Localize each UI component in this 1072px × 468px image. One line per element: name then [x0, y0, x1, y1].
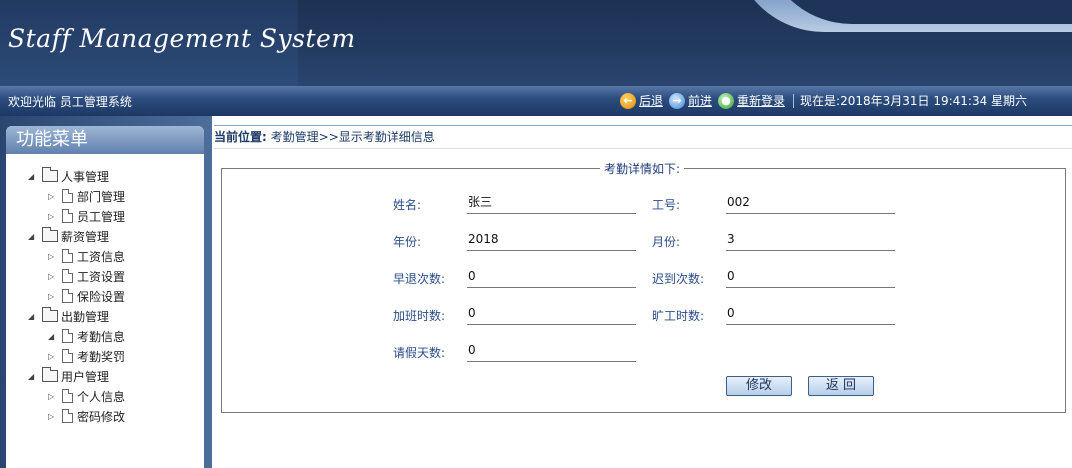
document-icon: [62, 249, 73, 263]
menu-item-personal-info[interactable]: ▷ 个人信息: [28, 386, 125, 406]
forward-arrow-icon: →: [669, 92, 686, 109]
menu-item-salary-info[interactable]: ▷ 工资信息: [28, 246, 125, 266]
staff-no-field: 002: [726, 193, 895, 214]
welcome-text: 欢迎光临 员工管理系统: [8, 95, 132, 109]
menu-group-hr[interactable]: ◢ 人事管理: [28, 166, 125, 186]
expand-triangle-icon: ◢: [48, 331, 55, 341]
menu-item-label: 考勤奖罚: [77, 349, 126, 364]
expand-triangle-icon[interactable]: ◢: [28, 372, 42, 381]
app-title: Staff Management System: [8, 24, 356, 53]
menu-group-label: 用户管理: [61, 369, 110, 384]
collapse-triangle-icon: ▷: [48, 191, 55, 201]
staff-no-label: 工号:: [652, 198, 681, 212]
menu-group-label: 出勤管理: [61, 309, 110, 324]
early-leave-label: 早退次数:: [393, 272, 446, 286]
folder-icon: [42, 307, 58, 322]
absent-label: 旷工时数:: [652, 309, 705, 323]
late-field: 0: [726, 267, 895, 288]
overtime-label: 加班时数:: [393, 309, 446, 323]
document-icon: [62, 289, 73, 303]
status-bar: 欢迎光临 员工管理系统 ← 后退 → 前进 ● 重新登录 现在是:2018年3月…: [0, 86, 1072, 116]
back-label: 后退: [639, 94, 664, 108]
menu-item-label: 个人信息: [77, 389, 126, 404]
back-button[interactable]: 返 回: [808, 376, 874, 396]
menu-item-label: 密码修改: [77, 409, 126, 424]
menu-item-department[interactable]: ▷ 部门管理: [28, 186, 125, 206]
menu-item-label: 考勤信息: [77, 329, 126, 344]
menu-item-label: 保险设置: [77, 289, 126, 304]
document-icon: [62, 409, 73, 423]
folder-icon: [42, 227, 58, 242]
current-datetime: 现在是:2018年3月31日 19:41:34 星期六: [800, 94, 1028, 108]
document-icon: [62, 209, 73, 223]
year-field: 2018: [467, 230, 636, 251]
menu-group-attendance[interactable]: ◢ 出勤管理: [28, 306, 125, 326]
menu-item-staff[interactable]: ▷ 员工管理: [28, 206, 125, 226]
forward-label: 前进: [688, 94, 713, 108]
menu-tree: ◢ 人事管理 ▷ 部门管理 ▷ 员工管理 ◢ 薪资管理 ▷ 工资信息 ▷ 工资设…: [28, 166, 125, 426]
leave-days-field: 0: [467, 341, 636, 362]
collapse-triangle-icon: ▷: [48, 291, 55, 301]
document-icon: [62, 189, 73, 203]
back-link[interactable]: ← 后退: [620, 92, 663, 109]
collapse-triangle-icon: ▷: [48, 251, 55, 261]
menu-item-label: 部门管理: [77, 189, 126, 204]
expand-triangle-icon[interactable]: ◢: [28, 312, 42, 321]
leave-days-label: 请假天数:: [393, 346, 446, 360]
app-header: Staff Management System: [0, 0, 1072, 86]
attendance-details-panel: 考勤详情如下: 姓名: 张三 工号: 002 年份: 2018 月份: 3 早退…: [221, 160, 1066, 413]
collapse-triangle-icon: ▷: [48, 351, 55, 361]
name-label: 姓名:: [393, 198, 422, 212]
absent-field: 0: [726, 304, 895, 325]
relogin-link[interactable]: ● 重新登录: [718, 92, 785, 109]
name-field: 张三: [467, 193, 636, 214]
expand-triangle-icon[interactable]: ◢: [28, 172, 42, 181]
document-icon: [62, 389, 73, 403]
menu-item-attendance-rewards[interactable]: ▷ 考勤奖罚: [28, 346, 125, 366]
menu-group-users[interactable]: ◢ 用户管理: [28, 366, 125, 386]
collapse-triangle-icon: ▷: [48, 271, 55, 281]
back-arrow-icon: ←: [620, 92, 636, 109]
edit-button[interactable]: 修改: [726, 376, 792, 396]
month-label: 月份:: [652, 235, 681, 249]
document-icon: [62, 269, 73, 283]
folder-icon: [42, 367, 58, 382]
logo-panel: Staff Management System: [0, 0, 355, 86]
collapse-triangle-icon: ▷: [48, 211, 55, 221]
toolbar-divider: [793, 93, 795, 108]
menu-item-salary-settings[interactable]: ▷ 工资设置: [28, 266, 125, 286]
menu-item-label: 工资信息: [77, 249, 126, 264]
folder-icon: [42, 167, 58, 182]
month-field: 3: [726, 230, 895, 251]
early-leave-field: 0: [467, 267, 636, 288]
overtime-field: 0: [467, 304, 636, 325]
year-label: 年份:: [393, 235, 422, 249]
details-legend: 考勤详情如下:: [600, 160, 685, 177]
menu-item-attendance-info[interactable]: ◢ 考勤信息: [28, 326, 125, 346]
relogin-label: 重新登录: [737, 94, 786, 108]
menu-title: 功能菜单: [6, 126, 204, 154]
breadcrumb-label: 当前位置:: [214, 130, 267, 144]
function-menu: 功能菜单 ◢ 人事管理 ▷ 部门管理 ▷ 员工管理 ◢ 薪资管理 ▷ 工资信息 …: [6, 126, 204, 468]
menu-item-insurance-settings[interactable]: ▷ 保险设置: [28, 286, 125, 306]
breadcrumb: 当前位置: 考勤管理>>显示考勤详细信息: [214, 125, 1072, 149]
menu-group-label: 人事管理: [61, 169, 110, 184]
late-label: 迟到次数:: [652, 272, 705, 286]
document-icon: [62, 329, 73, 343]
relogin-icon: ●: [718, 92, 735, 109]
collapse-triangle-icon: ▷: [48, 391, 55, 401]
breadcrumb-path: 考勤管理>>显示考勤详细信息: [270, 130, 435, 144]
toolbar: ← 后退 → 前进 ● 重新登录 现在是:2018年3月31日 19:41:34…: [620, 92, 1027, 109]
menu-item-label: 工资设置: [77, 269, 126, 284]
document-icon: [62, 349, 73, 363]
expand-triangle-icon[interactable]: ◢: [28, 232, 42, 241]
menu-item-label: 员工管理: [77, 209, 126, 224]
menu-group-label: 薪资管理: [61, 229, 110, 244]
collapse-triangle-icon: ▷: [48, 411, 55, 421]
menu-item-change-password[interactable]: ▷ 密码修改: [28, 406, 125, 426]
menu-group-salary[interactable]: ◢ 薪资管理: [28, 226, 125, 246]
left-panel: 功能菜单 ◢ 人事管理 ▷ 部门管理 ▷ 员工管理 ◢ 薪资管理 ▷ 工资信息 …: [0, 116, 212, 468]
forward-link[interactable]: → 前进: [669, 92, 712, 109]
